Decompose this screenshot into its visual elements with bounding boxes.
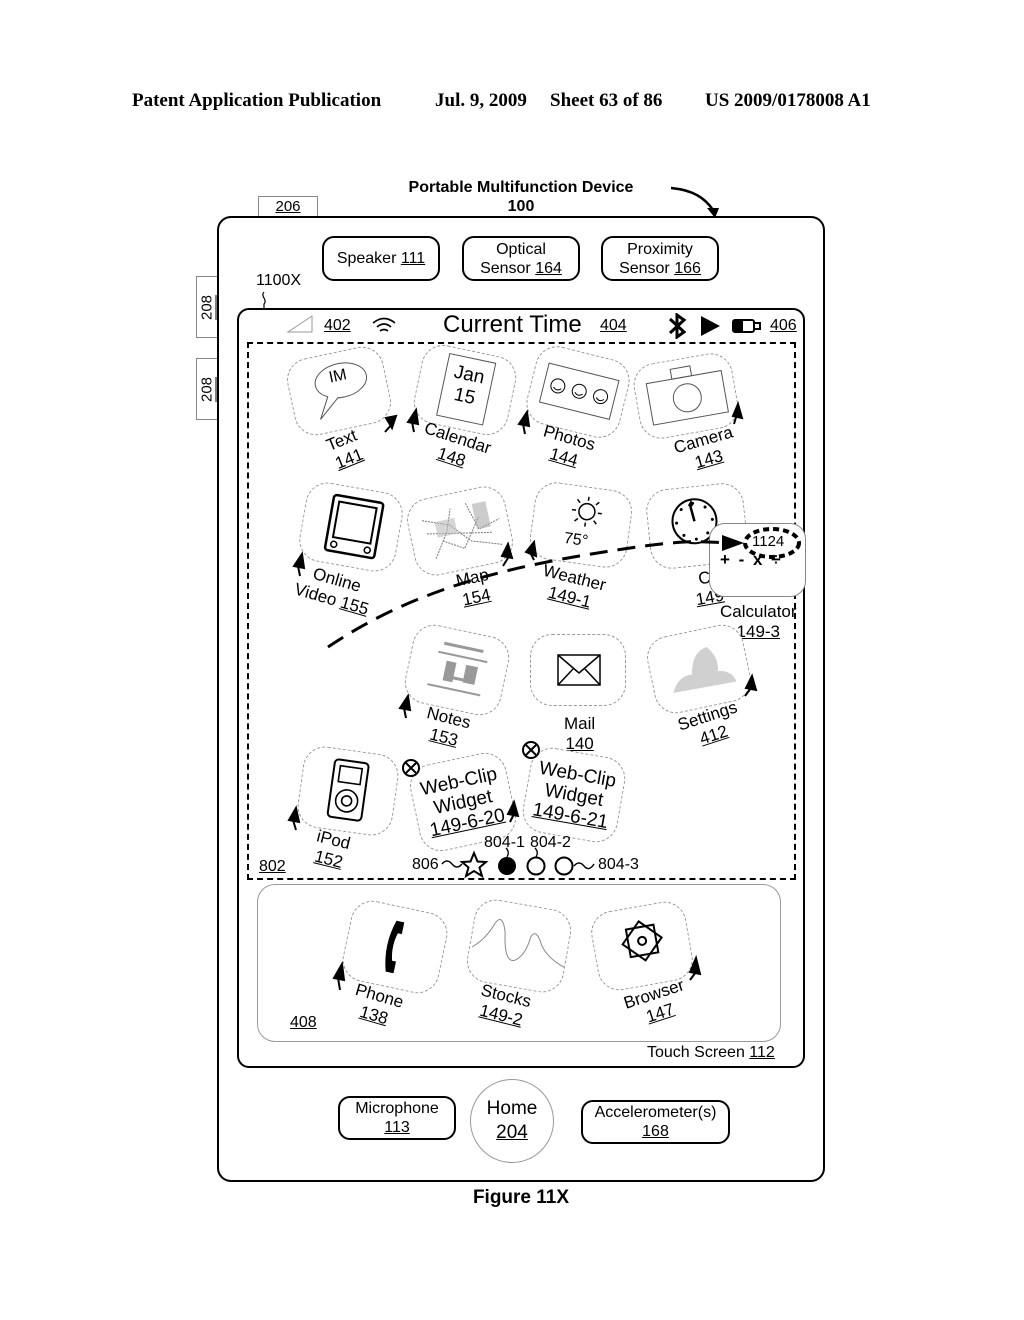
page-dot-1-icon bbox=[498, 857, 516, 875]
dock-app-stocks-tile bbox=[463, 896, 575, 996]
accelerometer-label: Accelerometer(s) bbox=[594, 1104, 717, 1121]
accelerometer-component: Accelerometer(s) 168 bbox=[581, 1100, 730, 1144]
search-page-star-icon bbox=[459, 850, 489, 879]
microphone-component: Microphone 113 bbox=[338, 1096, 456, 1140]
home-button[interactable]: Home 204 bbox=[470, 1079, 554, 1163]
figure-label: Figure 11X bbox=[472, 1187, 570, 1208]
accelerometer-ref: 168 bbox=[642, 1123, 669, 1140]
touch-screen-ref: 112 bbox=[749, 1044, 775, 1061]
microphone-ref: 113 bbox=[384, 1119, 410, 1136]
page-dot-3-icon bbox=[554, 856, 574, 876]
search-ref-squiggle bbox=[441, 860, 463, 868]
dock-app-stocks[interactable] bbox=[463, 896, 575, 996]
page-dot-2-icon bbox=[526, 856, 546, 876]
page-dot-2-ref: 804-2 bbox=[530, 834, 571, 851]
stocks-icon bbox=[471, 919, 565, 968]
microphone-label: Microphone bbox=[355, 1100, 439, 1117]
touch-screen-label: Touch Screen 112 bbox=[647, 1044, 775, 1062]
page-dot-3-ref: 804-3 bbox=[598, 856, 639, 873]
dock-ref: 408 bbox=[290, 1014, 317, 1031]
page-dot-1-ref: 804-1 bbox=[484, 834, 525, 851]
home-button-ref: 204 bbox=[496, 1122, 528, 1143]
touch-screen-text: Touch Screen bbox=[647, 1044, 745, 1061]
home-button-label: Home bbox=[486, 1098, 538, 1119]
search-page-ref: 806 bbox=[412, 856, 439, 873]
